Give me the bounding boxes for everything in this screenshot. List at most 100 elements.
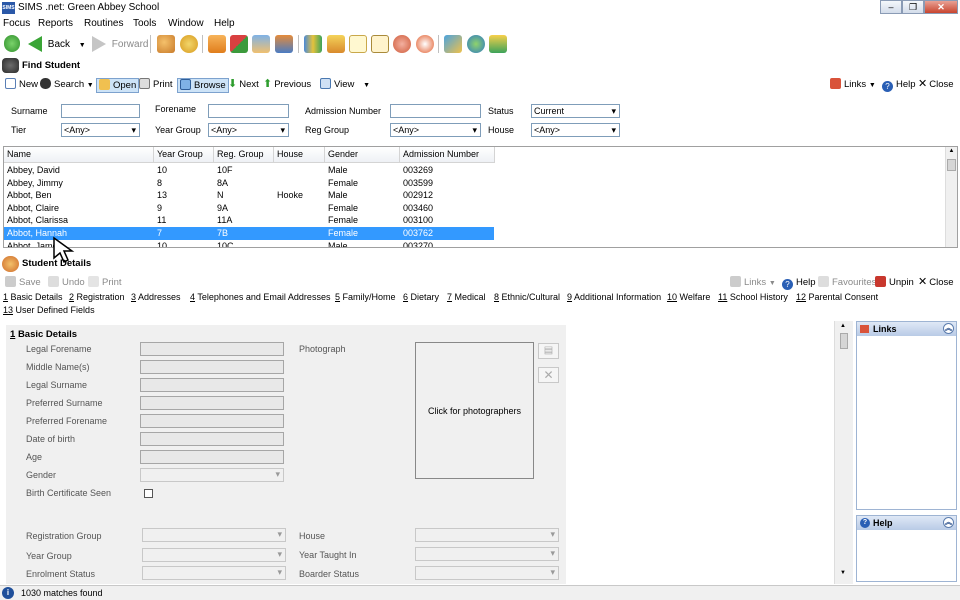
report-icon[interactable] [252, 35, 270, 53]
tab-link-school-history[interactable]: 11 School History [718, 292, 788, 302]
house-select[interactable]: <Any> [531, 123, 620, 137]
help-panel-header[interactable]: ? Help ︽ [857, 516, 956, 530]
maximize-button[interactable]: ❐ [902, 0, 924, 14]
save-button[interactable]: Save [3, 276, 43, 291]
table-row[interactable]: Abbey, David 10 10F Male 003269 [4, 164, 494, 177]
help-button[interactable]: ? Help [880, 78, 918, 93]
house-detail-select[interactable] [415, 528, 559, 542]
close-find-button[interactable]: ✕ Close [916, 78, 956, 93]
students-icon[interactable] [157, 35, 175, 53]
menu-focus[interactable]: Focus [3, 18, 30, 29]
back-dropdown-icon[interactable]: ▼ [79, 42, 86, 49]
globe-icon[interactable] [467, 35, 485, 53]
scroll-up-icon[interactable]: ▲ [947, 148, 956, 157]
details-links-button[interactable]: Links ▼ [728, 276, 778, 291]
next-button[interactable]: ⬇ Next [226, 78, 261, 93]
age-field[interactable] [140, 450, 284, 464]
links-dropdown-icon[interactable]: ▼ [769, 280, 776, 287]
tab-link-family-home[interactable]: 5 Family/Home [335, 292, 396, 302]
table-row[interactable]: Abbot, Ben 13 N Hooke Male 002912 [4, 189, 494, 202]
boarder-status-select[interactable] [415, 566, 559, 580]
registration-group-select[interactable] [142, 528, 286, 542]
details-help-button[interactable]: ? Help [780, 276, 818, 291]
view-dropdown-icon[interactable]: ▼ [363, 82, 370, 89]
person-icon[interactable] [180, 35, 198, 53]
close-details-button[interactable]: ✕ Close [916, 276, 956, 291]
menu-reports[interactable]: Reports [38, 18, 73, 29]
print-button[interactable]: Print [137, 78, 175, 93]
menu-tools[interactable]: Tools [133, 18, 156, 29]
scroll-up-icon[interactable]: ▲ [840, 323, 846, 329]
books-icon[interactable] [304, 35, 322, 53]
scroll-thumb[interactable] [947, 159, 956, 171]
undo-button[interactable]: Undo [46, 276, 87, 291]
minimize-button[interactable]: – [880, 0, 902, 14]
tab-link-additional-information[interactable]: 9 Additional Information [567, 292, 661, 302]
menu-routines[interactable]: Routines [84, 18, 123, 29]
col-header-house[interactable]: House [274, 147, 325, 163]
date-of-birth-field[interactable] [140, 432, 284, 446]
tier-select[interactable]: <Any> [61, 123, 140, 137]
enrolment-status-select[interactable] [142, 566, 286, 580]
user-card-icon[interactable] [275, 35, 293, 53]
exchange-icon[interactable] [444, 35, 462, 53]
details-scrollbar[interactable]: ▲ ▼ [834, 321, 853, 584]
gender-select[interactable] [140, 468, 284, 482]
table-row[interactable]: Abbot, Hannah 7 7B Female 003762 [4, 227, 494, 240]
refresh-icon[interactable] [4, 35, 20, 52]
edit-notes-icon[interactable] [371, 35, 389, 53]
close-window-button[interactable]: ✕ [924, 0, 958, 14]
book-icon[interactable] [208, 35, 226, 53]
menu-window[interactable]: Window [168, 18, 204, 29]
tab-link-telephones-and-email-addresses[interactable]: 4 Telephones and Email Addresses [190, 292, 330, 302]
back-button[interactable]: Back ▼ [28, 36, 86, 52]
links-dropdown-icon[interactable]: ▼ [869, 82, 876, 89]
tab-link-addresses[interactable]: 3 Addresses [131, 292, 181, 302]
tab-link-ethnic-cultural[interactable]: 8 Ethnic/Cultural [494, 292, 560, 302]
collapse-chevron-icon[interactable]: ︽ [943, 517, 954, 528]
search-dropdown-icon[interactable]: ▼ [87, 82, 94, 89]
staff-icon[interactable] [393, 35, 411, 53]
middle-names-field[interactable] [140, 360, 284, 374]
preferred-surname-field[interactable] [140, 396, 284, 410]
menu-help[interactable]: Help [214, 18, 235, 29]
table-row[interactable]: Abbot, James 10 10C Male 003270 [4, 240, 494, 247]
forename-input[interactable] [208, 104, 289, 118]
col-header-year-group[interactable]: Year Group [154, 147, 214, 163]
admission-number-input[interactable] [390, 104, 481, 118]
clock-icon[interactable] [416, 35, 434, 53]
links-button[interactable]: Links ▼ [828, 78, 878, 93]
links-panel-header[interactable]: Links ︽ [857, 322, 956, 336]
browse-button[interactable]: Browse [177, 78, 229, 93]
favourites-button[interactable]: Favourites [816, 276, 878, 291]
col-header-admission-number[interactable]: Admission Number [400, 147, 495, 163]
reg-group-select[interactable]: <Any> [390, 123, 481, 137]
photo-delete-icon[interactable]: ✕ [538, 367, 559, 383]
new-button[interactable]: New [3, 78, 40, 93]
photo-box[interactable]: Click for photographers [415, 342, 534, 479]
year-taught-in-select[interactable] [415, 547, 559, 561]
table-row[interactable]: Abbot, Clarissa 11 11A Female 003100 [4, 214, 494, 227]
birth-certificate-checkbox[interactable] [144, 489, 153, 498]
photo-edit-icon[interactable]: ▤ [538, 343, 559, 359]
view-button[interactable]: View ▼ [318, 78, 372, 93]
tab-link-dietary[interactable]: 6 Dietary [403, 292, 439, 302]
col-header-reg-group[interactable]: Reg. Group [214, 147, 274, 163]
scroll-down-icon[interactable]: ▼ [840, 570, 846, 576]
details-print-button[interactable]: Print [86, 276, 124, 291]
table-row[interactable]: Abbot, Claire 9 9A Female 003460 [4, 202, 494, 215]
search-button[interactable]: Search ▼ [38, 78, 96, 93]
legal-forename-field[interactable] [140, 342, 284, 356]
open-button[interactable]: Open [96, 78, 140, 93]
tab-link-user-defined-fields[interactable]: 13 User Defined Fields [3, 305, 95, 315]
preferred-forename-field[interactable] [140, 414, 284, 428]
folder-icon[interactable] [489, 35, 507, 53]
notepad-icon[interactable] [349, 35, 367, 53]
tab-link-basic-details[interactable]: 1 Basic Details [3, 292, 63, 302]
group-icon[interactable] [327, 35, 345, 53]
year-group-detail-select[interactable] [142, 548, 286, 562]
collapse-chevron-icon[interactable]: ︽ [943, 323, 954, 334]
flags-icon[interactable] [230, 35, 248, 53]
forward-button[interactable]: Forward [92, 36, 148, 52]
year-group-select[interactable]: <Any> [208, 123, 289, 137]
